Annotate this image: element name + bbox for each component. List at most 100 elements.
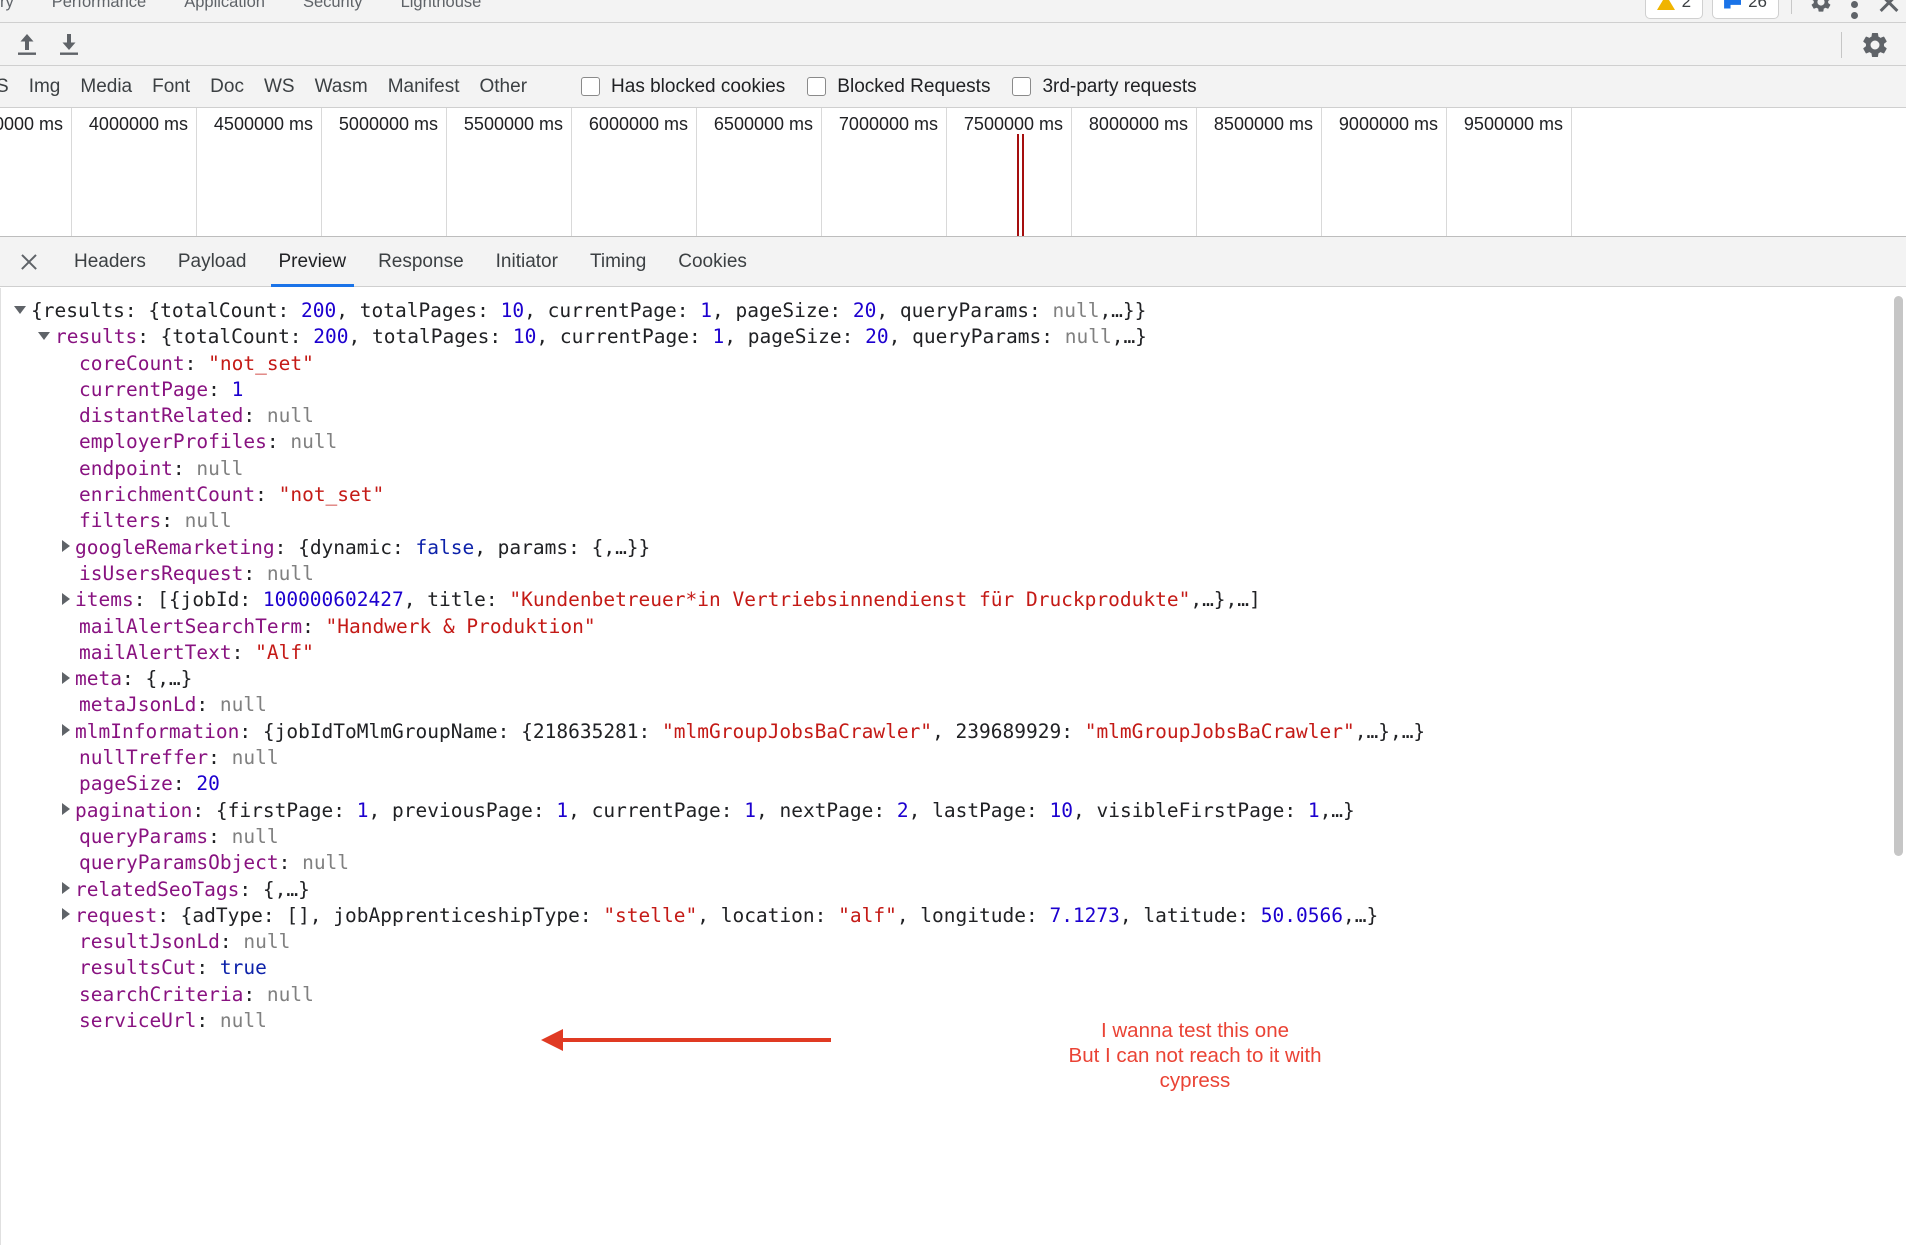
json-row[interactable]: meta: {,…} [0,666,1906,692]
tab-initiator[interactable]: Initiator [480,237,574,287]
chevron-right-icon[interactable] [62,540,70,553]
filter-type-stylesheet[interactable]: S [0,66,19,107]
third-party-requests-checkbox[interactable]: 3rd-party requests [1012,76,1197,98]
filter-type-other[interactable]: Other [470,66,538,107]
json-key: resultsCut [79,956,197,980]
tab-headers[interactable]: Headers [58,237,162,287]
close-detail-panel-button[interactable] [14,247,44,277]
tab-preview[interactable]: Preview [263,237,363,287]
message-count-button[interactable]: 26 [1712,0,1779,19]
chevron-right-icon[interactable] [62,671,70,684]
filter-type-manifest[interactable]: Manifest [378,66,470,107]
filter-type-wasm[interactable]: Wasm [305,66,378,107]
json-row[interactable]: resultsCut: true [0,955,1906,981]
json-row[interactable]: currentPage: 1 [0,377,1906,403]
json-row[interactable]: {results: {totalCount: 200, totalPages: … [0,298,1906,324]
has-blocked-cookies-checkbox[interactable]: Has blocked cookies [581,76,785,98]
json-number-value: 7.1273 [1049,903,1120,927]
json-punctuation: 218635281 [532,719,639,743]
json-row[interactable]: distantRelated: null [0,403,1906,429]
filter-type-img[interactable]: Img [19,66,71,107]
json-row[interactable]: results: {totalCount: 200, totalPages: 1… [0,324,1906,350]
json-row[interactable]: mailAlertText: "Alf" [0,640,1906,666]
json-string-value: "mlmGroupJobsBaCrawler" [662,719,933,743]
json-row[interactable]: pagination: {firstPage: 1, previousPage:… [0,798,1906,824]
filter-type-doc[interactable]: Doc [200,66,254,107]
blocked-requests-checkbox[interactable]: Blocked Requests [807,76,990,98]
tab-payload[interactable]: Payload [162,237,263,287]
tab-response[interactable]: Response [362,237,480,287]
json-row[interactable]: endpoint: null [0,456,1906,482]
gear-icon [1863,32,1887,58]
json-row[interactable]: mailAlertSearchTerm: "Handwerk & Produkt… [0,614,1906,640]
json-row[interactable]: coreCount: "not_set" [0,351,1906,377]
annotation-note-top: I wanna test this one But I can not reac… [1050,1018,1340,1093]
json-row[interactable]: mlmInformation: {jobIdToMlmGroupName: {2… [0,719,1906,745]
json-row[interactable]: items: [{jobId: 100000602427, title: "Ku… [0,587,1906,613]
warning-count-button[interactable]: 2 [1644,0,1704,19]
devtools-settings-button[interactable] [1804,0,1838,19]
json-punctuation: , pageSize: [711,299,853,322]
chevron-down-icon[interactable] [38,331,50,340]
json-row[interactable]: enrichmentCount: "not_set" [0,482,1906,508]
devtools-tab-application[interactable]: Application [165,0,284,22]
json-row[interactable]: queryParamsObject: null [0,850,1906,876]
filter-type-font[interactable]: Font [142,66,200,107]
json-row[interactable]: request: {adType: [], jobApprenticeshipT… [0,903,1906,929]
json-punctuation: , title: [403,588,510,612]
json-key: searchCriteria [79,982,244,1006]
devtools-tab-memory[interactable]: ry [0,0,33,22]
json-punctuation: , params: {,…}} [474,535,651,559]
json-row[interactable]: nullTreffer: null [0,745,1906,771]
json-row[interactable]: googleRemarketing: {dynamic: false, para… [0,535,1906,561]
filter-type-ws[interactable]: WS [254,66,305,107]
import-har-button[interactable] [10,27,44,61]
json-row[interactable]: employerProfiles: null [0,429,1906,455]
json-preview-panel[interactable]: {results: {totalCount: 200, totalPages: … [0,288,1906,1245]
devtools-tab-performance[interactable]: Performance [33,0,165,22]
network-settings-button[interactable] [1858,28,1892,62]
chevron-right-icon[interactable] [62,882,70,895]
json-punctuation: : [208,377,232,401]
chevron-right-icon[interactable] [62,724,70,737]
network-timeline-overview[interactable]: 00000 ms 4000000 ms 4500000 ms 5000000 ms 55… [0,108,1906,237]
json-punctuation: ,…},…] [1190,588,1261,612]
json-row[interactable]: pageSize: 20 [0,771,1906,797]
chevron-down-icon[interactable] [14,305,26,314]
json-punctuation: ,…} [1342,903,1379,927]
chevron-right-icon[interactable] [62,592,70,605]
json-row[interactable]: serviceUrl: null [0,1008,1906,1034]
json-row[interactable]: searchCriteria: null [0,982,1906,1008]
filter-type-media[interactable]: Media [70,66,142,107]
timeline-tick-label: 00000 ms [0,114,63,134]
json-row[interactable]: relatedSeoTags: {,…} [0,877,1906,903]
devtools-tab-security[interactable]: Security [284,0,382,22]
json-row[interactable]: queryParams: null [0,824,1906,850]
chevron-right-icon[interactable] [62,803,70,816]
json-row[interactable]: resultJsonLd: null [0,929,1906,955]
json-number-value: 1 [700,299,712,322]
warning-triangle-icon [1656,0,1675,10]
scrollbar-thumb[interactable] [1894,296,1903,856]
devtools-more-options-button[interactable] [1838,0,1872,19]
json-row[interactable]: filters: null [0,508,1906,534]
tab-cookies[interactable]: Cookies [662,237,763,287]
json-number-value: 10 [500,299,525,322]
json-punctuation: , totalPages: [348,325,513,349]
timeline-tick-label: 7500000 ms [963,114,1063,134]
timeline-tick-label: 8500000 ms [1213,114,1313,134]
tab-timing[interactable]: Timing [574,237,662,287]
devtools-tab-lighthouse[interactable]: Lighthouse [382,0,501,22]
devtools-close-button[interactable] [1872,0,1906,19]
json-key: request [75,903,158,927]
json-key: metaJsonLd [79,693,197,717]
timeline-marker-line-2 [1022,134,1024,236]
json-key: endpoint [79,456,173,480]
json-row[interactable]: isUsersRequest: null [0,561,1906,587]
timeline-tick-cell: 9500000 ms [1447,108,1572,236]
preview-vertical-scrollbar[interactable] [1891,288,1906,1245]
export-har-button[interactable] [52,27,86,61]
json-row[interactable]: metaJsonLd: null [0,692,1906,718]
timeline-tick-label: 6500000 ms [713,114,813,134]
chevron-right-icon[interactable] [62,908,70,921]
